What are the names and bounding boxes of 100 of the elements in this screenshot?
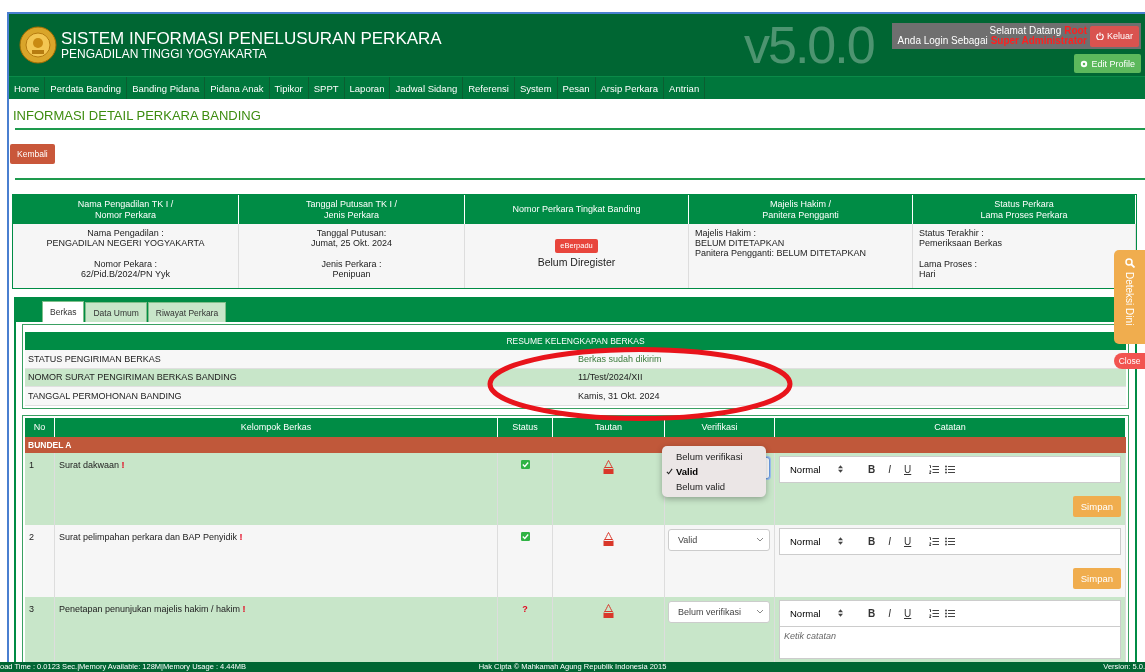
- chevron-icon: [756, 537, 764, 542]
- column-header: Kelompok Berkas: [55, 417, 498, 437]
- bullet-list-icon[interactable]: [944, 608, 955, 618]
- user-name: Root: [1064, 26, 1087, 36]
- document-name: Penetapan penunjukan majelis hakim / hakim !: [59, 603, 246, 614]
- info-text: Nama Pengadilan :: [87, 228, 164, 238]
- format-select[interactable]: Normal: [790, 607, 843, 619]
- info-text: BELUM DITETAPKAN: [695, 238, 785, 248]
- format-button[interactable]: B: [862, 607, 881, 619]
- format-button[interactable]: U: [898, 463, 917, 475]
- nav-item[interactable]: Home: [9, 77, 46, 99]
- nav-item[interactable]: Perdata Banding: [45, 77, 128, 99]
- header-text: Panitera Pengganti: [762, 209, 839, 221]
- numbered-list-icon[interactable]: [928, 464, 939, 474]
- updown-icon: [837, 537, 843, 545]
- note-field[interactable]: Ketik catatan: [779, 626, 1121, 659]
- back-button[interactable]: Kembali: [10, 144, 55, 164]
- format-button[interactable]: I: [880, 535, 899, 547]
- role-label: Anda Login Sebagai: [897, 36, 988, 46]
- nav-item[interactable]: Pesan: [557, 77, 596, 99]
- header-text: Nomor Perkara Tingkat Banding: [512, 204, 641, 215]
- info-text: Majelis Hakim :: [695, 228, 756, 238]
- info-text: 62/Pid.B/2024/PN Yyk: [81, 269, 170, 279]
- dropdown-option[interactable]: Valid: [662, 463, 766, 479]
- tab[interactable]: Berkas: [42, 301, 85, 322]
- info-text: Penipuan: [332, 269, 371, 279]
- header-text: Status Perkara: [994, 198, 1054, 210]
- column-header: Verifikasi: [665, 417, 775, 437]
- info-text: Nomor Pekara :: [93, 259, 157, 269]
- chevron-icon: [756, 609, 764, 614]
- info-text: Belum Diregister: [537, 257, 616, 267]
- updown-icon: [837, 465, 843, 473]
- field-value: 11/Test/2024/XII: [578, 372, 644, 383]
- updown-icon: [837, 609, 843, 617]
- nav-item[interactable]: System: [514, 77, 558, 99]
- format-button[interactable]: U: [898, 607, 917, 619]
- nav-item[interactable]: Laporan: [344, 77, 391, 99]
- info-text: Jumat, 25 Okt. 2024: [310, 238, 392, 248]
- header-text: Tanggal Putusan TK I /: [306, 198, 397, 210]
- app-title: SISTEM INFORMASI PENELUSURAN PERKARA: [61, 29, 442, 48]
- document-name: Surat dakwaan !: [59, 459, 125, 470]
- numbered-list-icon[interactable]: [928, 536, 939, 546]
- search-icon: [1124, 258, 1135, 268]
- nav-item[interactable]: Arsip Perkara: [595, 77, 665, 99]
- row-number: 3: [29, 603, 34, 614]
- header-text: Nama Pengadilan TK I /: [77, 198, 174, 210]
- field-label: TANGGAL PERMOHONAN BANDING: [28, 390, 183, 401]
- info-text: PENGADILAN NEGERI YOGYAKARTA: [46, 238, 205, 248]
- info-text: Panitera Pengganti: BELUM DITETAPKAN: [695, 248, 866, 258]
- checked-box-icon: [520, 531, 530, 541]
- document-name: Surat pelimpahan perkara dan BAP Penyidik !: [59, 531, 243, 542]
- format-button[interactable]: I: [880, 463, 899, 475]
- header-text: Majelis Hakim /: [770, 198, 831, 210]
- field-label: NOMOR SURAT PENGIRIMAN BERKAS BANDING: [28, 372, 238, 383]
- format-select[interactable]: Normal: [790, 463, 843, 475]
- row-number: 2: [29, 531, 34, 542]
- nav-item[interactable]: Tipikor: [269, 77, 309, 99]
- dropdown-option[interactable]: Belum valid: [662, 478, 766, 494]
- format-button[interactable]: I: [880, 607, 899, 619]
- tab[interactable]: Riwayat Perkara: [147, 302, 227, 322]
- verification-select[interactable]: Valid: [668, 528, 770, 551]
- tab[interactable]: Data Umum: [85, 302, 147, 322]
- column-header: Catatan: [775, 417, 1126, 437]
- info-text: Tanggal Putusan:: [316, 228, 387, 238]
- bullet-list-icon[interactable]: [944, 536, 955, 546]
- header-text: Jenis Perkara: [324, 209, 379, 221]
- info-text: Status Terakhir :: [919, 228, 984, 238]
- verification-select[interactable]: Belum verifikasi: [668, 600, 770, 623]
- row-number: 1: [29, 459, 34, 470]
- header-text: Lama Proses Perkara: [980, 209, 1068, 221]
- field-label: STATUS PENGIRIMAN BERKAS: [28, 353, 162, 364]
- section-header: RESUME KELENGKAPAN BERKAS: [25, 332, 1126, 350]
- header-text: Nomor Perkara: [95, 209, 156, 221]
- app-subtitle: PENGADILAN TINGGI YOGYAKARTA: [61, 47, 268, 61]
- user-role: Super Administrator: [990, 36, 1087, 46]
- format-select[interactable]: Normal: [790, 535, 843, 547]
- version-watermark: v5.0.0: [744, 15, 874, 76]
- column-header: No: [25, 417, 55, 437]
- nav-item[interactable]: Pidana Anak: [205, 77, 270, 99]
- nav-item[interactable]: Jadwal Sidang: [390, 77, 464, 99]
- format-button[interactable]: B: [862, 535, 881, 547]
- info-text: Lama Proses :: [919, 259, 978, 269]
- side-tab-label: Deteksi Dini: [1124, 272, 1135, 326]
- logout-button[interactable]: Keluar: [1090, 25, 1139, 47]
- nav-item[interactable]: Referensi: [463, 77, 515, 99]
- info-text: Jenis Perkara :: [321, 259, 382, 269]
- nav-item[interactable]: SPPT: [308, 77, 345, 99]
- unknown-status: ?: [522, 603, 528, 616]
- numbered-list-icon[interactable]: [928, 608, 939, 618]
- format-button[interactable]: B: [862, 463, 881, 475]
- info-text: Hari: [919, 269, 936, 279]
- field-value: Kamis, 31 Okt. 2024: [578, 390, 661, 401]
- format-button[interactable]: U: [898, 535, 917, 547]
- info-text: Pemeriksaan Berkas: [919, 238, 1003, 248]
- nav-item[interactable]: Banding Pidana: [127, 77, 206, 99]
- checked-box-icon: [520, 459, 530, 469]
- power-icon: [1096, 32, 1104, 40]
- logo-icon: [19, 26, 57, 64]
- bullet-list-icon[interactable]: [944, 464, 955, 474]
- nav-item[interactable]: Antrian: [664, 77, 706, 99]
